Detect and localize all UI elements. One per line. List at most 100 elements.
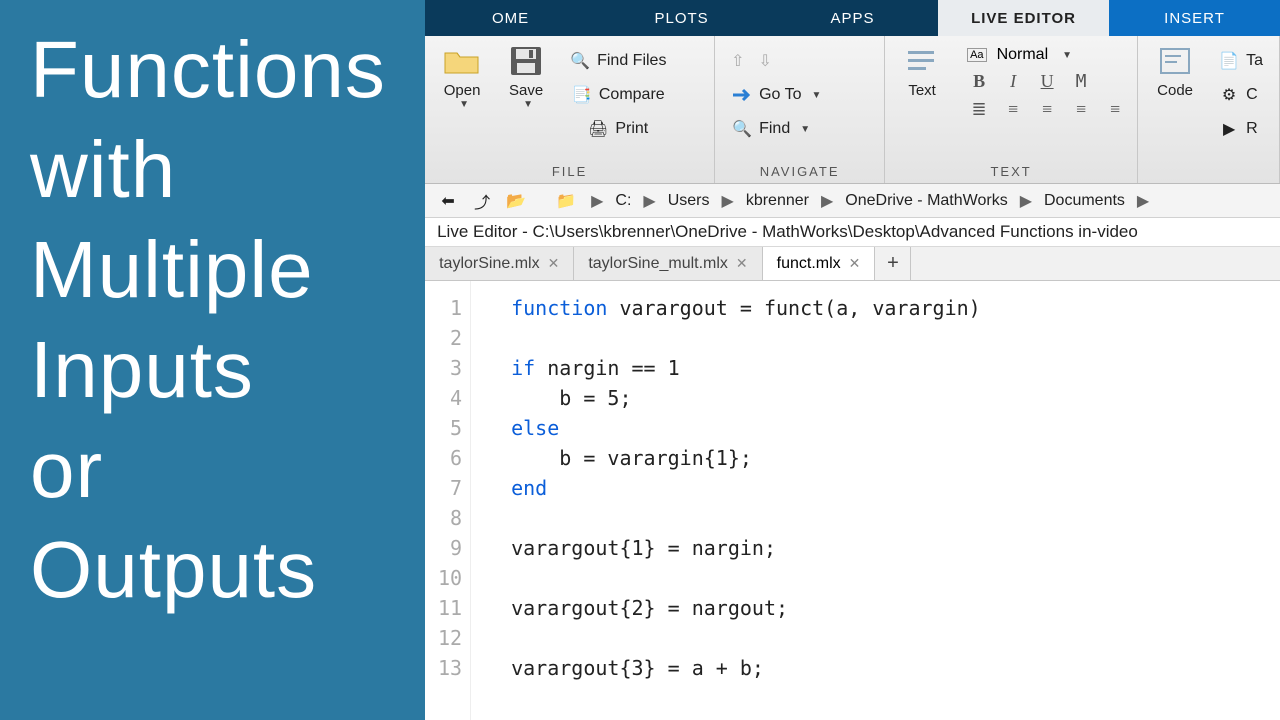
- save-label: Save: [509, 82, 543, 99]
- group-label-code: [1148, 179, 1269, 181]
- find-files-label: Find Files: [597, 52, 666, 70]
- align-center-button[interactable]: ≡: [1069, 98, 1093, 120]
- nav-up-icon: ⇧: [731, 51, 744, 71]
- align-left-button[interactable]: ≡: [1035, 98, 1059, 120]
- group-label-text: TEXT: [895, 164, 1127, 181]
- editor-title: Live Editor - C:\Users\kbrenner\OneDrive…: [425, 218, 1280, 247]
- tab-insert[interactable]: INSERT: [1109, 0, 1280, 36]
- tab-label: funct.mlx: [777, 255, 841, 273]
- banner-line: Functions: [30, 20, 395, 120]
- line-gutter: 12345678910111213: [425, 281, 471, 720]
- magnifier-icon: 🔍: [731, 119, 753, 139]
- tab-label: taylorSine_mult.mlx: [588, 255, 728, 273]
- task-label: Ta: [1246, 52, 1263, 70]
- up-folder-icon[interactable]: ⤴: [469, 189, 495, 213]
- chevron-down-icon: ▼: [459, 99, 469, 110]
- close-icon[interactable]: ✕: [548, 255, 560, 272]
- banner-line: or Outputs: [30, 420, 395, 620]
- folder-icon: 📁: [553, 189, 579, 213]
- path-drive[interactable]: C:: [615, 192, 631, 210]
- code-block-icon: [1154, 40, 1196, 82]
- chevron-down-icon: ▼: [1062, 50, 1072, 61]
- ribbon: Open ▼ Save ▼ 🔍 Find Files 📑: [425, 36, 1280, 184]
- close-icon[interactable]: ✕: [849, 255, 861, 272]
- find-files-icon: 🔍: [569, 51, 591, 71]
- find-label: Find: [759, 120, 790, 138]
- mono-button[interactable]: M: [1069, 70, 1093, 92]
- text-icon: [901, 40, 943, 82]
- back-icon[interactable]: ⬅: [435, 189, 461, 213]
- path-docs[interactable]: Documents: [1044, 192, 1125, 210]
- chevron-down-icon: ▼: [812, 90, 822, 101]
- refactor-icon: ⚙: [1218, 85, 1240, 105]
- file-tab-taylorsine[interactable]: taylorSine.mlx ✕: [425, 247, 574, 280]
- nav-down-icon: ⇩: [759, 51, 772, 71]
- compare-button[interactable]: 📑 Compare: [565, 78, 671, 112]
- align-right-button[interactable]: ≡: [1103, 98, 1127, 120]
- text-label: Text: [908, 82, 936, 99]
- chevron-down-icon: ▼: [800, 124, 810, 135]
- tab-live-editor[interactable]: LIVE EDITOR: [938, 0, 1109, 36]
- bullets-button[interactable]: ≣: [967, 98, 991, 120]
- file-tab-bar: taylorSine.mlx ✕ taylorSine_mult.mlx ✕ f…: [425, 247, 1280, 281]
- printer-icon: 🖨: [587, 119, 609, 139]
- style-normal-label: Normal: [997, 46, 1049, 64]
- underline-button[interactable]: U: [1035, 70, 1059, 92]
- task-button[interactable]: 📄 Ta: [1212, 44, 1269, 78]
- text-button[interactable]: Text: [895, 40, 949, 99]
- banner-line: with: [30, 120, 395, 220]
- path-users[interactable]: Users: [668, 192, 710, 210]
- ribbon-group-file: Open ▼ Save ▼ 🔍 Find Files 📑: [425, 36, 715, 183]
- nav-arrows[interactable]: ⇧ ⇩: [725, 44, 778, 78]
- find-button[interactable]: 🔍 Find ▼: [725, 112, 816, 146]
- nav-history-icon[interactable]: 📂: [503, 189, 529, 213]
- file-tab-funct[interactable]: funct.mlx ✕: [763, 247, 876, 280]
- tab-label: taylorSine.mlx: [439, 255, 539, 273]
- new-tab-button[interactable]: +: [875, 247, 911, 280]
- goto-icon: [731, 85, 753, 105]
- run-button[interactable]: ▶ R: [1212, 112, 1264, 146]
- bold-button[interactable]: B: [967, 70, 991, 92]
- code-button[interactable]: Code: [1148, 40, 1202, 99]
- file-tab-taylorsine-mult[interactable]: taylorSine_mult.mlx ✕: [574, 247, 762, 280]
- group-label-navigate: NAVIGATE: [725, 164, 874, 181]
- folder-open-icon: [441, 40, 483, 82]
- path-onedrive[interactable]: OneDrive - MathWorks: [845, 192, 1007, 210]
- floppy-disk-icon: [505, 40, 547, 82]
- title-banner: Functions with Multiple Inputs or Output…: [0, 0, 425, 720]
- print-label: Print: [615, 120, 648, 138]
- close-icon[interactable]: ✕: [736, 255, 748, 272]
- ribbon-group-text: Text Aa Normal ▼ B I U M ≣: [885, 36, 1138, 183]
- print-button[interactable]: 🖨 Print: [581, 112, 654, 146]
- banner-line: Inputs: [30, 320, 395, 420]
- address-bar: ⬅ ⤴ 📂 📁 ▶ C: ▶ Users ▶ kbrenner ▶ OneDri…: [425, 184, 1280, 218]
- code-editor[interactable]: 12345678910111213 function varargout = f…: [425, 281, 1280, 720]
- open-button[interactable]: Open ▼: [435, 40, 489, 110]
- toolstrip-tabs: OME PLOTS APPS LIVE EDITOR INSERT: [425, 0, 1280, 36]
- style-dropdown[interactable]: Aa Normal ▼: [967, 46, 1127, 64]
- find-files-button[interactable]: 🔍 Find Files: [563, 44, 672, 78]
- control-button[interactable]: ⚙ C: [1212, 78, 1264, 112]
- breadcrumb-sep: ▶: [587, 191, 607, 211]
- compare-icon: 📑: [571, 85, 593, 105]
- open-label: Open: [444, 82, 481, 99]
- goto-button[interactable]: Go To ▼: [725, 78, 827, 112]
- numbered-button[interactable]: ≡: [1001, 98, 1025, 120]
- italic-button[interactable]: I: [1001, 70, 1025, 92]
- tab-home[interactable]: OME: [425, 0, 596, 36]
- ribbon-group-navigate: ⇧ ⇩ Go To ▼ 🔍 Find ▼ NAVIGATE: [715, 36, 885, 183]
- group-label-file: FILE: [435, 164, 704, 181]
- banner-line: Multiple: [30, 220, 395, 320]
- code-area[interactable]: function varargout = funct(a, varargin) …: [471, 281, 981, 720]
- path-user[interactable]: kbrenner: [746, 192, 809, 210]
- code-label: Code: [1157, 82, 1193, 99]
- tab-plots[interactable]: PLOTS: [596, 0, 767, 36]
- aa-icon: Aa: [967, 48, 986, 62]
- compare-label: Compare: [599, 86, 665, 104]
- matlab-app: OME PLOTS APPS LIVE EDITOR INSERT Open ▼: [425, 0, 1280, 720]
- tab-apps[interactable]: APPS: [767, 0, 938, 36]
- run-icon: ▶: [1218, 119, 1240, 139]
- chevron-down-icon: ▼: [523, 99, 533, 110]
- save-button[interactable]: Save ▼: [499, 40, 553, 110]
- ribbon-group-code: Code 📄 Ta ⚙ C ▶ R: [1138, 36, 1280, 183]
